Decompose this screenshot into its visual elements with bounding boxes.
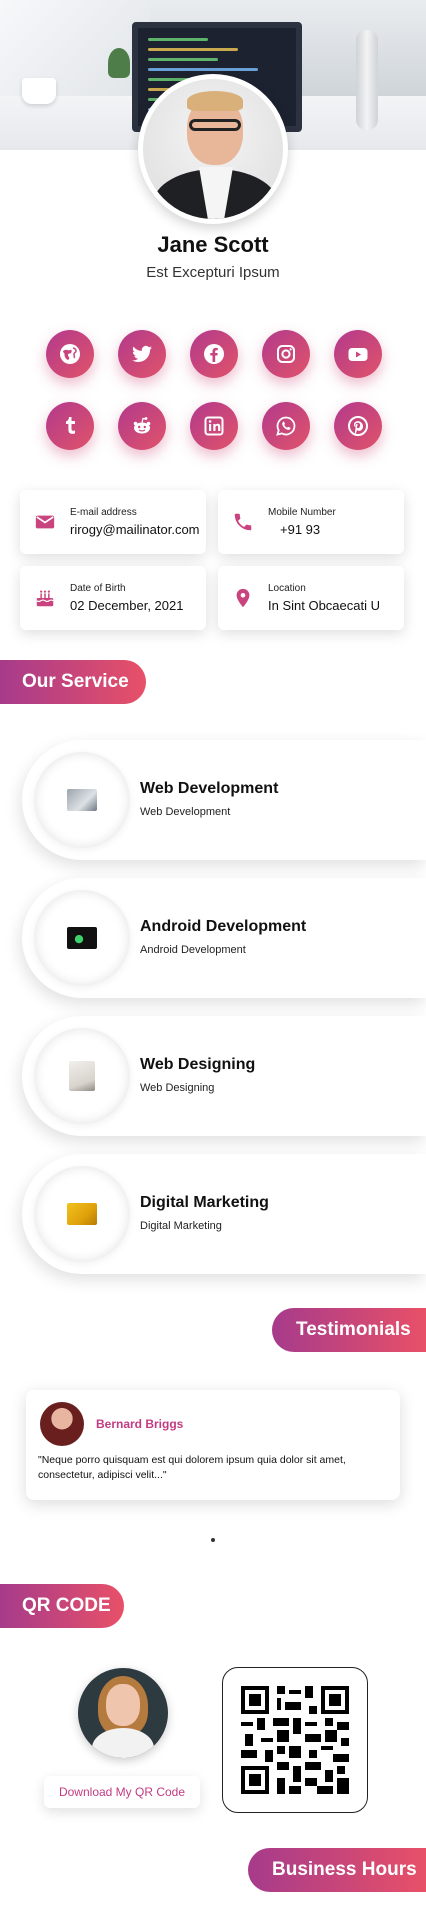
cover-lamp	[356, 30, 378, 130]
twitter-icon[interactable]	[118, 330, 166, 378]
phone-label: Mobile Number	[268, 507, 336, 518]
qr-heading: QR CODE	[0, 1584, 124, 1628]
service-description: Android Development	[140, 944, 246, 956]
phone-card[interactable]: Mobile Number +91 93	[218, 490, 404, 554]
service-name: Web Designing	[140, 1056, 256, 1073]
cake-icon	[30, 583, 60, 613]
service-name: Android Development	[140, 918, 307, 935]
testimonials-heading: Testimonials	[272, 1308, 426, 1352]
phone-value[interactable]: +91 93	[268, 522, 336, 537]
dob-label: Date of Birth	[70, 583, 126, 594]
facebook-icon[interactable]	[190, 330, 238, 378]
reddit-icon[interactable]	[118, 402, 166, 450]
service-image	[34, 1166, 130, 1262]
services-heading: Our Service	[0, 660, 146, 704]
service-image	[34, 752, 130, 848]
carousel-dot[interactable]	[211, 1538, 215, 1542]
qr-profile-photo	[78, 1668, 168, 1758]
service-image	[34, 1028, 130, 1124]
qr-code	[222, 1667, 368, 1813]
location-card[interactable]: Location In Sint Obcaecati U	[218, 566, 404, 630]
globe-icon[interactable]	[46, 330, 94, 378]
download-qr-button[interactable]: Download My QR Code	[44, 1776, 200, 1808]
dob-card: Date of Birth 02 December, 2021	[20, 566, 206, 630]
dob-value: 02 December, 2021	[70, 598, 184, 613]
instagram-icon[interactable]	[262, 330, 310, 378]
testimonial-author: Bernard Briggs	[96, 1417, 184, 1431]
map-pin-icon	[228, 583, 258, 613]
service-card[interactable]: Digital Marketing Digital Marketing	[22, 1154, 426, 1274]
cover-cup	[22, 78, 56, 104]
service-card[interactable]: Android Development Android Development	[22, 878, 426, 998]
service-description: Digital Marketing	[140, 1220, 222, 1232]
testimonial-avatar	[40, 1402, 84, 1446]
profile-name: Jane Scott	[157, 232, 269, 257]
testimonial-card: Bernard Briggs "Neque porro quisquam est…	[26, 1390, 400, 1500]
business-hours-heading: Business Hours	[248, 1848, 426, 1892]
service-image	[34, 890, 130, 986]
phone-icon	[228, 507, 258, 537]
whatsapp-icon[interactable]	[262, 402, 310, 450]
youtube-icon[interactable]	[334, 330, 382, 378]
profile-title: Est Excepturi Ipsum	[146, 264, 280, 281]
qr-code-image	[241, 1686, 349, 1794]
linkedin-icon[interactable]	[190, 402, 238, 450]
service-name: Digital Marketing	[140, 1194, 269, 1211]
tumblr-icon[interactable]	[46, 402, 94, 450]
location-label: Location	[268, 583, 306, 594]
testimonial-quote: "Neque porro quisquam est qui dolorem ip…	[38, 1454, 346, 1481]
pinterest-icon[interactable]	[334, 402, 382, 450]
social-row-1	[46, 330, 382, 378]
social-row-2	[46, 402, 382, 450]
service-description: Web Development	[140, 806, 231, 818]
cover-plant	[108, 48, 130, 78]
service-description: Web Designing	[140, 1082, 215, 1094]
mail-icon	[30, 507, 60, 537]
service-card[interactable]: Web Designing Web Designing	[22, 1016, 426, 1136]
service-name: Web Development	[140, 780, 279, 797]
email-value[interactable]: rirogy@mailinator.com	[70, 522, 200, 537]
email-label: E-mail address	[70, 507, 137, 518]
profile-avatar	[138, 74, 288, 224]
service-card[interactable]: Web Development Web Development	[22, 740, 426, 860]
email-card[interactable]: E-mail address rirogy@mailinator.com	[20, 490, 206, 554]
location-value: In Sint Obcaecati U	[268, 598, 380, 613]
